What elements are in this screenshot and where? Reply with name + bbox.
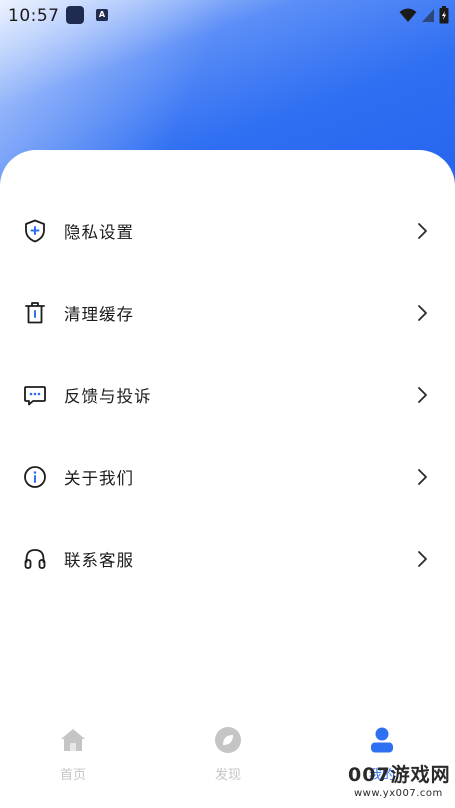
menu-item-label: 联系客服 — [64, 551, 134, 570]
status-indicators — [399, 6, 449, 24]
battery-icon — [439, 6, 449, 24]
trash-icon — [22, 300, 48, 326]
shield-plus-icon — [22, 218, 48, 244]
notification-app-icon — [66, 6, 84, 24]
notification-a-icon: A — [96, 9, 108, 21]
chevron-right-icon — [418, 387, 427, 403]
chevron-right-icon — [418, 551, 427, 567]
watermark-title: 007游戏网 — [348, 764, 451, 786]
menu-item-clear-cache[interactable]: 清理缓存 — [0, 288, 455, 338]
chevron-right-icon — [418, 223, 427, 239]
compass-icon — [215, 727, 241, 753]
status-time: 10:57 — [8, 6, 60, 26]
tab-discover[interactable]: 发现 — [168, 718, 288, 798]
menu-item-about-us[interactable]: 关于我们 — [0, 452, 455, 502]
settings-sheet: 隐私设置 清理缓存 反馈与投诉 关于我们 联系客服 — [0, 150, 455, 808]
menu-item-label: 隐私设置 — [64, 223, 134, 242]
chevron-right-icon — [418, 305, 427, 321]
tab-label: 发现 — [214, 768, 241, 783]
watermark: 007游戏网 www.yx007.com — [348, 760, 452, 806]
menu-item-contact-support[interactable]: 联系客服 — [0, 534, 455, 584]
menu-item-feedback[interactable]: 反馈与投诉 — [0, 370, 455, 420]
info-circle-icon — [22, 464, 48, 490]
menu-item-label: 反馈与投诉 — [64, 387, 152, 406]
tab-label: 首页 — [59, 768, 86, 783]
menu-item-label: 关于我们 — [64, 469, 134, 488]
wifi-icon — [399, 8, 417, 22]
home-icon — [61, 729, 85, 751]
chevron-right-icon — [418, 469, 427, 485]
menu-item-label: 清理缓存 — [64, 305, 134, 324]
tab-home[interactable]: 首页 — [13, 718, 133, 798]
watermark-url: www.yx007.com — [354, 788, 443, 799]
user-icon — [371, 727, 393, 753]
menu-item-privacy-settings[interactable]: 隐私设置 — [0, 206, 455, 256]
signal-icon — [422, 9, 434, 22]
chat-bubble-icon — [22, 382, 48, 408]
status-bar: 10:57 A — [0, 0, 455, 32]
headset-icon — [22, 546, 48, 572]
